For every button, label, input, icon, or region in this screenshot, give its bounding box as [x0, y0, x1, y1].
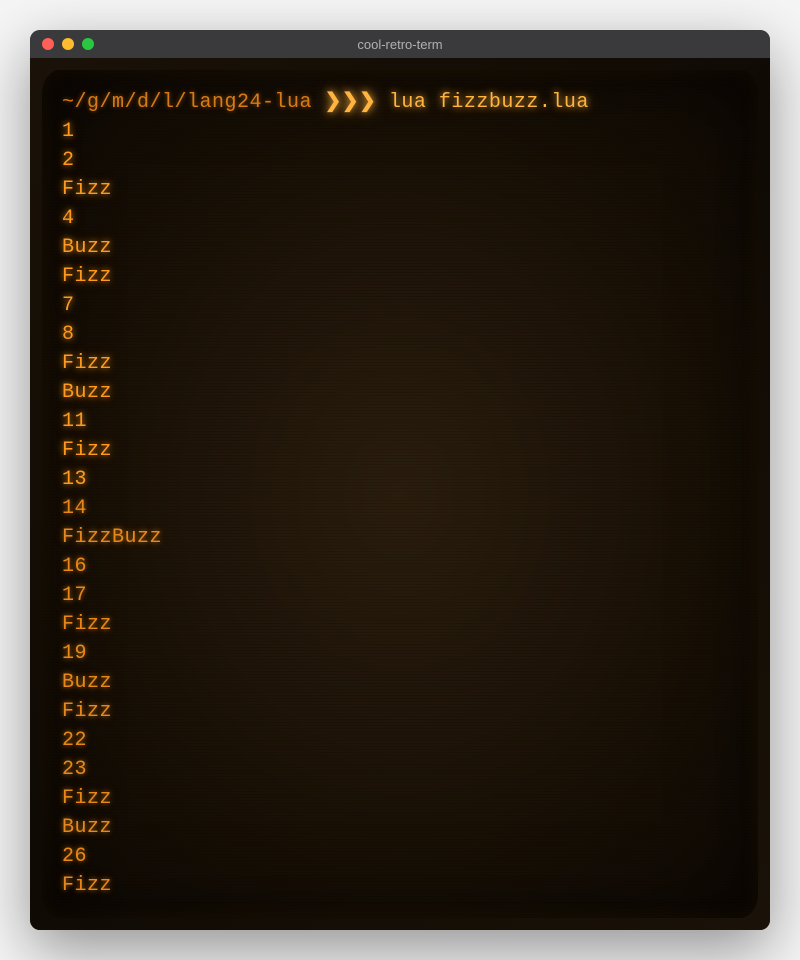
output-line: Fizz — [62, 175, 738, 204]
terminal-screen[interactable]: ~/g/m/d/l/lang24-lua ❯❯❯ lua fizzbuzz.lu… — [42, 70, 758, 918]
close-icon[interactable] — [42, 38, 54, 50]
output-line: 16 — [62, 552, 738, 581]
output-line: FizzBuzz — [62, 523, 738, 552]
output-line: 7 — [62, 291, 738, 320]
prompt-path: ~/g/m/d/l/lang24-lua — [62, 91, 312, 114]
output-line: Fizz — [62, 871, 738, 900]
output-line: 14 — [62, 494, 738, 523]
output-line: Buzz — [62, 813, 738, 842]
output-line: Fizz — [62, 784, 738, 813]
app-window: cool-retro-term ~/g/m/d/l/lang24-lua ❯❯❯… — [30, 30, 770, 930]
output-line: 1 — [62, 117, 738, 146]
output-line: 23 — [62, 755, 738, 784]
minimize-icon[interactable] — [62, 38, 74, 50]
output-line: 2 — [62, 146, 738, 175]
output-line: Fizz — [62, 436, 738, 465]
output-line: 13 — [62, 465, 738, 494]
prompt-marker: ❯❯❯ — [325, 91, 377, 114]
window-titlebar[interactable]: cool-retro-term — [30, 30, 770, 58]
output-line: Fizz — [62, 610, 738, 639]
output-line: 26 — [62, 842, 738, 871]
window-title: cool-retro-term — [357, 37, 442, 52]
output-line: Fizz — [62, 697, 738, 726]
maximize-icon[interactable] — [82, 38, 94, 50]
output-line: 22 — [62, 726, 738, 755]
traffic-lights — [42, 38, 94, 50]
terminal-frame: ~/g/m/d/l/lang24-lua ❯❯❯ lua fizzbuzz.lu… — [30, 58, 770, 930]
terminal-content[interactable]: ~/g/m/d/l/lang24-lua ❯❯❯ lua fizzbuzz.lu… — [62, 88, 738, 900]
output-line: 8 — [62, 320, 738, 349]
output-line: Fizz — [62, 262, 738, 291]
output-line: 19 — [62, 639, 738, 668]
output-line: Buzz — [62, 378, 738, 407]
output-line: 4 — [62, 204, 738, 233]
command-text: lua fizzbuzz.lua — [389, 91, 589, 114]
output-line: Fizz — [62, 349, 738, 378]
output-line: 11 — [62, 407, 738, 436]
output-line: 17 — [62, 581, 738, 610]
output-line: Buzz — [62, 233, 738, 262]
output-container: 12Fizz4BuzzFizz78FizzBuzz11Fizz1314FizzB… — [62, 117, 738, 900]
output-line: Buzz — [62, 668, 738, 697]
prompt-line: ~/g/m/d/l/lang24-lua ❯❯❯ lua fizzbuzz.lu… — [62, 88, 738, 117]
